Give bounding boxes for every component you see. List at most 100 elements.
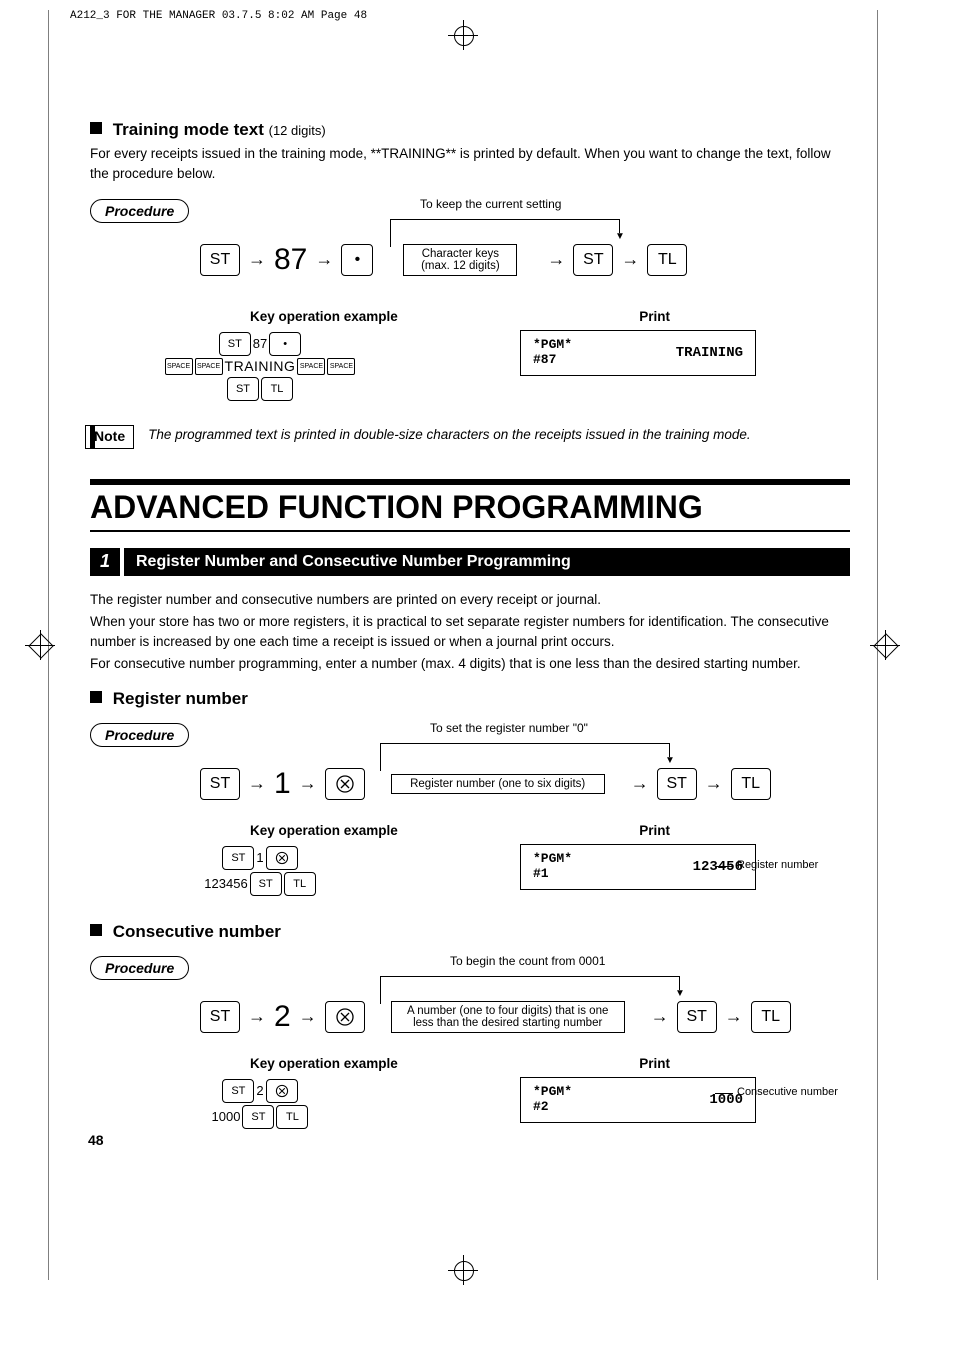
key-operation-example-training: ST 87 • SPACE SPACE TRAINING SPACE SPACE… bbox=[120, 330, 400, 403]
print-line-87: #87 bbox=[533, 353, 572, 367]
print-pgm: *PGM* bbox=[533, 338, 572, 352]
num-87-small: 87 bbox=[253, 336, 267, 351]
register-number-box: Register number (one to six digits) bbox=[391, 774, 605, 794]
dot-key: • bbox=[341, 244, 373, 276]
koe-value-register: 123456 bbox=[204, 876, 247, 891]
branch-label-register-zero: To set the register number "0" bbox=[430, 721, 588, 735]
st-key: ST bbox=[657, 768, 697, 800]
registration-mark-top bbox=[448, 20, 478, 50]
dot-key-small: • bbox=[269, 332, 301, 356]
procedure-pill: Procedure bbox=[90, 956, 189, 980]
st-key: ST bbox=[677, 1001, 717, 1033]
print-pgm: *PGM* bbox=[533, 852, 572, 866]
print-header: Print bbox=[639, 309, 670, 324]
section-heading-consecutive: Consecutive number bbox=[90, 922, 850, 942]
tl-key: TL bbox=[731, 768, 771, 800]
arrow-right-icon: → bbox=[248, 1006, 266, 1027]
register-number-title: Register number bbox=[113, 689, 248, 708]
print-line-2: #2 bbox=[533, 1100, 572, 1114]
section-heading-training: Training mode text (12 digits) bbox=[90, 120, 850, 140]
space-key: SPACE bbox=[195, 358, 223, 375]
num-1-small: 1 bbox=[256, 850, 263, 865]
arrow-right-icon: → bbox=[299, 773, 317, 794]
print-pgm: *PGM* bbox=[533, 1085, 572, 1099]
print-output-consecutive: *PGM* #2 1000 Consecutive number bbox=[520, 1077, 756, 1123]
note-label: Note bbox=[85, 425, 134, 449]
st-key: ST bbox=[200, 1001, 240, 1033]
digits-note: (12 digits) bbox=[269, 123, 326, 138]
print-output-training: *PGM* #87 TRAINING bbox=[520, 330, 756, 376]
key-operation-example-consecutive: ST 2 1000 ST TL bbox=[120, 1077, 400, 1131]
bullet-square-icon bbox=[90, 924, 102, 936]
tl-key: TL bbox=[647, 244, 687, 276]
arrow-right-icon: → bbox=[248, 249, 266, 270]
arrow-right-icon: → bbox=[621, 249, 639, 270]
print-line-1: #1 bbox=[533, 867, 572, 881]
annotation-consecutive-number: Consecutive number bbox=[737, 1086, 838, 1098]
procedure-pill: Procedure bbox=[90, 723, 189, 747]
branch-label-count-0001: To begin the count from 0001 bbox=[450, 954, 605, 968]
advanced-function-title: ADVANCED FUNCTION PROGRAMMING bbox=[90, 489, 850, 526]
title-rule-top bbox=[90, 479, 850, 485]
multiply-key bbox=[325, 768, 365, 800]
tl-key-small: TL bbox=[276, 1105, 308, 1129]
st-key-small: ST bbox=[227, 377, 259, 401]
num-1: 1 bbox=[274, 767, 291, 801]
st-key: ST bbox=[200, 244, 240, 276]
circled-x-icon bbox=[275, 1084, 289, 1098]
registration-mark-bottom bbox=[448, 1255, 478, 1285]
st-key-small: ST bbox=[242, 1105, 274, 1129]
crop-header-text: A212_3 FOR THE MANAGER 03.7.5 8:02 AM Pa… bbox=[70, 10, 367, 22]
key-op-example-header: Key operation example bbox=[250, 309, 398, 324]
circled-x-icon bbox=[275, 851, 289, 865]
intro-line-3: For consecutive number programming, ente… bbox=[90, 654, 850, 674]
note-text: The programmed text is printed in double… bbox=[148, 425, 751, 445]
st-key-small: ST bbox=[250, 872, 282, 896]
arrow-right-icon: → bbox=[651, 1006, 669, 1027]
procedure-pill: Procedure bbox=[90, 199, 189, 223]
print-val-training: TRAINING bbox=[676, 345, 743, 361]
trim-line-right bbox=[877, 10, 878, 1280]
space-key: SPACE bbox=[327, 358, 355, 375]
st-key: ST bbox=[573, 244, 613, 276]
section-title: Training mode text bbox=[113, 120, 264, 139]
print-output-register: *PGM* #1 123456 Register number bbox=[520, 844, 756, 890]
space-key: SPACE bbox=[297, 358, 325, 375]
training-text: TRAINING bbox=[225, 358, 296, 374]
intro-line-2: When your store has two or more register… bbox=[90, 612, 850, 653]
st-key-small: ST bbox=[219, 332, 251, 356]
space-key: SPACE bbox=[165, 358, 193, 375]
st-key-small: ST bbox=[222, 1079, 254, 1103]
arrow-right-icon: → bbox=[725, 1006, 743, 1027]
print-val-register: 123456 bbox=[693, 859, 743, 875]
arrow-right-icon: → bbox=[547, 249, 565, 270]
arrow-right-icon: → bbox=[299, 1006, 317, 1027]
num-87: 87 bbox=[274, 243, 307, 277]
circled-x-icon bbox=[335, 774, 355, 794]
arrow-right-icon: → bbox=[631, 773, 649, 794]
consecutive-number-box: A number (one to four digits) that is on… bbox=[391, 1001, 625, 1033]
st-key-small: ST bbox=[222, 846, 254, 870]
key-operation-example-register: ST 1 123456 ST TL bbox=[120, 844, 400, 898]
tl-key-small: TL bbox=[284, 872, 316, 896]
multiply-key-small bbox=[266, 846, 298, 870]
char-keys-box: Character keys (max. 12 digits) bbox=[403, 244, 517, 276]
registration-mark-left bbox=[25, 630, 55, 660]
page-content: Training mode text (12 digits) For every… bbox=[90, 120, 850, 1131]
branch-label-current-setting: To keep the current setting bbox=[420, 197, 561, 211]
chapter-number: 1 bbox=[90, 548, 120, 576]
chapter-title: Register Number and Consecutive Number P… bbox=[124, 548, 850, 576]
trim-line-left bbox=[48, 10, 49, 1280]
num-2: 2 bbox=[274, 1000, 291, 1034]
intro-line-1: The register number and consecutive numb… bbox=[90, 590, 850, 610]
print-header: Print bbox=[639, 823, 670, 838]
arrow-right-icon: → bbox=[315, 249, 333, 270]
multiply-key-small bbox=[266, 1079, 298, 1103]
arrow-right-icon: → bbox=[705, 773, 723, 794]
page-number: 48 bbox=[88, 1132, 104, 1148]
bullet-square-icon bbox=[90, 691, 102, 703]
arrow-right-icon: → bbox=[248, 773, 266, 794]
tl-key-small: TL bbox=[261, 377, 293, 401]
bullet-square-icon bbox=[90, 122, 102, 134]
registration-mark-right bbox=[870, 630, 900, 660]
